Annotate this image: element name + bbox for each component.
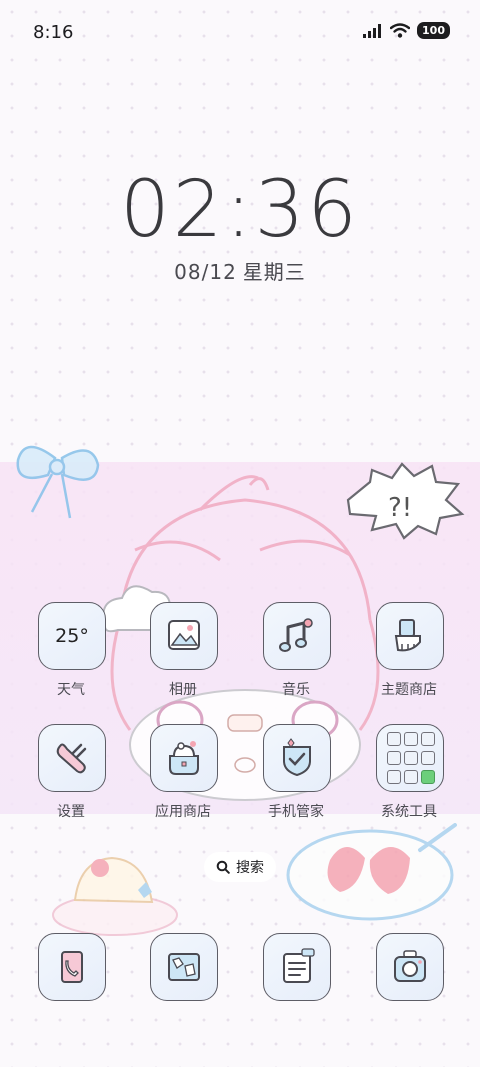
music-app-icon[interactable] bbox=[263, 602, 331, 670]
app-label-music: 音乐 bbox=[282, 682, 310, 698]
weather-app-icon[interactable]: 25° bbox=[38, 602, 106, 670]
photo-frame-icon bbox=[168, 620, 200, 650]
battery-icon: 100 bbox=[417, 22, 450, 39]
search-label: 搜索 bbox=[236, 860, 264, 876]
app-label-settings: 设置 bbox=[57, 804, 85, 820]
clock-time[interactable]: 02:36 bbox=[0, 165, 480, 255]
app-label-system-tools: 系统工具 bbox=[381, 804, 437, 820]
phone-app-icon[interactable] bbox=[38, 933, 106, 1001]
app-label-theme-store: 主题商店 bbox=[381, 682, 437, 698]
mini-app-icon bbox=[421, 751, 435, 765]
theme-store-app-icon[interactable] bbox=[376, 602, 444, 670]
search-button[interactable]: 搜索 bbox=[204, 852, 276, 882]
music-note-icon bbox=[279, 618, 313, 652]
app-store-app-icon[interactable] bbox=[150, 724, 218, 792]
pudding-decor bbox=[52, 856, 178, 936]
camera-app-icon[interactable] bbox=[376, 933, 444, 1001]
mini-app-icon bbox=[421, 732, 435, 746]
app-label-weather: 天气 bbox=[57, 682, 85, 698]
mini-app-icon bbox=[387, 770, 401, 784]
notes-icon bbox=[283, 948, 315, 983]
weather-temp: 25° bbox=[55, 625, 89, 647]
maps-app-icon[interactable] bbox=[150, 933, 218, 1001]
search-icon bbox=[216, 860, 230, 874]
phone-icon bbox=[61, 951, 83, 983]
speech-bubble: ?! bbox=[346, 462, 465, 540]
gallery-app-icon[interactable] bbox=[150, 602, 218, 670]
clock-date-row: 08/12 星期三 bbox=[0, 256, 480, 285]
wrench-icon bbox=[56, 743, 87, 774]
mini-app-icon bbox=[421, 770, 435, 784]
map-icon bbox=[168, 953, 200, 981]
shield-check-icon bbox=[283, 738, 311, 777]
strawberry-plate bbox=[286, 823, 457, 921]
ribbon-bow bbox=[16, 445, 100, 519]
folder-icon bbox=[387, 732, 435, 784]
mini-app-icon bbox=[404, 770, 418, 784]
mini-app-icon bbox=[404, 732, 418, 746]
mini-app-icon bbox=[387, 751, 401, 765]
camera-icon bbox=[394, 950, 426, 982]
app-label-security: 手机管家 bbox=[268, 804, 324, 820]
status-icons: 100 bbox=[363, 22, 450, 39]
status-bar: 8:16 100 bbox=[0, 0, 480, 66]
paint-brush-icon bbox=[394, 619, 421, 652]
app-label-app-store: 应用商店 bbox=[155, 804, 211, 820]
status-time: 8:16 bbox=[33, 22, 74, 43]
mini-app-icon bbox=[404, 751, 418, 765]
clock-weekday: 星期三 bbox=[242, 260, 306, 284]
svg-text:?!: ?! bbox=[388, 493, 412, 523]
app-label-gallery: 相册 bbox=[169, 682, 197, 698]
clock-date: 08/12 bbox=[174, 260, 237, 284]
notes-app-icon[interactable] bbox=[263, 933, 331, 1001]
shopping-basket-icon bbox=[169, 741, 199, 775]
wifi-icon bbox=[390, 23, 411, 38]
system-tools-folder[interactable] bbox=[376, 724, 444, 792]
signal-icon bbox=[363, 23, 382, 38]
security-app-icon[interactable] bbox=[263, 724, 331, 792]
settings-app-icon[interactable] bbox=[38, 724, 106, 792]
mini-app-icon bbox=[387, 732, 401, 746]
